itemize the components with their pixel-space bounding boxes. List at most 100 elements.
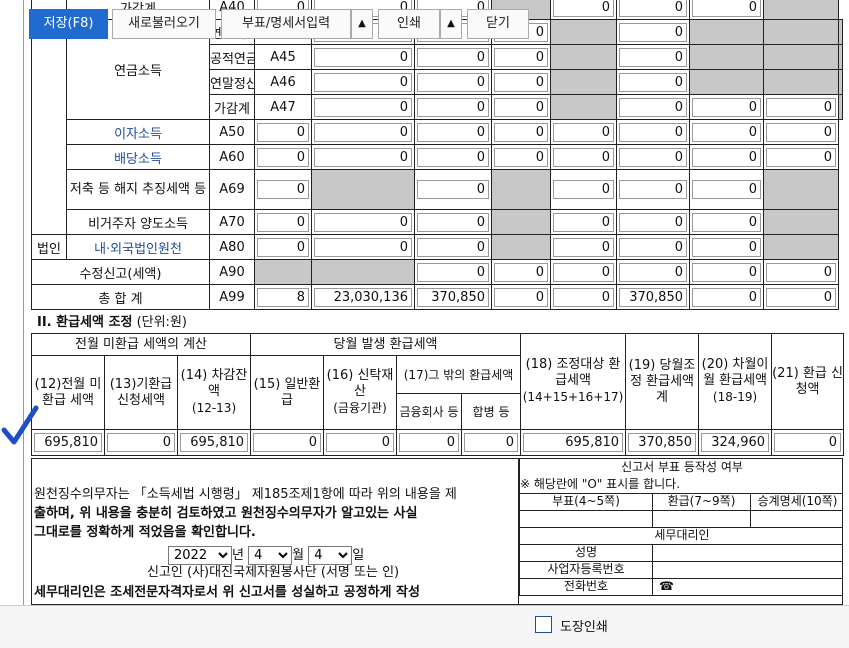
amount-input[interactable]: 0 <box>619 22 687 42</box>
amount-input[interactable]: 0 <box>766 122 836 142</box>
refund-input[interactable]: 0 <box>107 433 175 452</box>
amount-input[interactable]: 0 <box>314 237 412 257</box>
amount-input[interactable]: 0 <box>619 72 687 92</box>
refund-input[interactable]: 0 <box>399 433 460 452</box>
refund-input[interactable]: 695,810 <box>523 433 624 452</box>
refund-input[interactable]: 0 <box>326 433 395 452</box>
amount-input[interactable]: 0 <box>494 97 548 117</box>
amount-input[interactable]: 0 <box>766 287 836 307</box>
amount-input[interactable]: 0 <box>257 180 309 199</box>
amount-input[interactable]: 0 <box>619 122 687 142</box>
amount-input[interactable]: 0 <box>417 47 489 67</box>
amount-input[interactable]: 0 <box>314 212 412 232</box>
amount-input[interactable]: 0 <box>417 122 489 142</box>
amount-input[interactable]: 0 <box>692 97 761 117</box>
amount-input[interactable]: 370,850 <box>619 287 687 307</box>
amount-input[interactable]: 0 <box>494 287 548 307</box>
amount-cell: 0 <box>689 284 764 310</box>
amount-input[interactable]: 0 <box>417 212 489 232</box>
amount-input[interactable]: 0 <box>553 212 614 232</box>
reload-button[interactable]: 새로불러오기 <box>112 9 216 39</box>
attach-v2[interactable] <box>652 509 751 528</box>
amount-input[interactable]: 0 <box>494 147 548 167</box>
amount-cell: 370,850 <box>616 284 690 310</box>
amount-input[interactable]: 0 <box>692 0 761 17</box>
amount-input[interactable]: 0 <box>619 237 687 257</box>
amount-input[interactable]: 0 <box>417 262 489 282</box>
amount-input[interactable]: 0 <box>494 262 548 282</box>
amount-input[interactable]: 0 <box>692 212 761 232</box>
amount-cell: 0 <box>616 69 690 95</box>
agent-name-label: 성명 <box>519 543 653 562</box>
amount-input[interactable]: 0 <box>417 72 489 92</box>
amount-input[interactable]: 0 <box>692 180 761 199</box>
amount-input[interactable]: 0 <box>257 237 309 257</box>
amount-input[interactable]: 0 <box>494 122 548 142</box>
refund-input[interactable]: 0 <box>253 433 322 452</box>
amount-input[interactable]: 0 <box>553 180 614 199</box>
amount-input[interactable]: 0 <box>494 47 548 67</box>
amount-input[interactable]: 0 <box>692 262 761 282</box>
refund-input[interactable]: 0 <box>464 433 519 452</box>
amount-input[interactable]: 0 <box>417 97 489 117</box>
amount-input[interactable]: 0 <box>619 0 687 17</box>
amount-input[interactable]: 0 <box>692 287 761 307</box>
close-button[interactable]: 닫기 <box>467 9 529 39</box>
button-bar <box>0 605 849 648</box>
disabled-cell <box>311 169 415 210</box>
amount-input[interactable]: 0 <box>766 97 836 117</box>
amount-input[interactable]: 23,030,136 <box>314 287 412 307</box>
amount-input[interactable]: 0 <box>619 262 687 282</box>
amount-cell: 8 <box>254 284 312 310</box>
amount-input[interactable]: 0 <box>692 237 761 257</box>
refund-input[interactable]: 370,850 <box>628 433 697 452</box>
print-menu-icon[interactable]: ▲ <box>440 9 462 39</box>
amount-input[interactable]: 0 <box>692 122 761 142</box>
attachments-button[interactable]: 부표/명세서입력 <box>221 9 351 39</box>
amount-input[interactable]: 0 <box>553 287 614 307</box>
amount-input[interactable]: 0 <box>619 212 687 232</box>
amount-input[interactable]: 0 <box>314 147 412 167</box>
amount-input[interactable]: 0 <box>692 147 761 167</box>
agent-biz-value[interactable] <box>652 560 842 579</box>
amount-input[interactable]: 0 <box>619 47 687 67</box>
row-code: A80 <box>209 234 255 260</box>
print-button[interactable]: 인쇄 <box>378 9 440 39</box>
amount-input[interactable]: 0 <box>619 180 687 199</box>
amount-input[interactable]: 0 <box>766 262 836 282</box>
refund-input[interactable]: 324,960 <box>701 433 770 452</box>
amount-input[interactable]: 0 <box>619 147 687 167</box>
amount-input[interactable]: 0 <box>257 212 309 232</box>
amount-input[interactable]: 0 <box>257 147 309 167</box>
amount-input[interactable]: 0 <box>314 122 412 142</box>
save-button[interactable]: 저장(F8) <box>29 9 108 39</box>
report-form: 가감계A40000000연금소득연금계좌A480000공적연금(매월)A4500… <box>0 0 849 648</box>
amount-input[interactable]: 370,850 <box>417 287 489 307</box>
amount-input[interactable]: 0 <box>553 262 614 282</box>
refund-input[interactable]: 695,810 <box>180 433 249 452</box>
attach-v3[interactable] <box>750 509 842 528</box>
amount-input[interactable]: 0 <box>553 237 614 257</box>
refund-input[interactable]: 0 <box>774 433 842 452</box>
row-label: 연말정산 <box>209 69 255 95</box>
amount-input[interactable]: 0 <box>553 122 614 142</box>
amount-cell: 0 <box>616 259 690 285</box>
amount-input[interactable]: 0 <box>553 147 614 167</box>
amount-input[interactable]: 0 <box>417 237 489 257</box>
amount-input[interactable]: 8 <box>257 287 309 307</box>
amount-input[interactable]: 0 <box>553 0 614 17</box>
amount-input[interactable]: 0 <box>494 72 548 92</box>
amount-input[interactable]: 0 <box>766 147 836 167</box>
attach-v1[interactable] <box>519 509 653 528</box>
amount-input[interactable]: 0 <box>417 180 489 199</box>
stamp-print-checkbox[interactable] <box>535 616 552 633</box>
amount-input[interactable]: 0 <box>417 147 489 167</box>
amount-input[interactable]: 0 <box>314 72 412 92</box>
attachments-menu-icon[interactable]: ▲ <box>351 9 373 39</box>
amount-input[interactable]: 0 <box>257 122 309 142</box>
amount-input[interactable]: 0 <box>619 97 687 117</box>
amount-input[interactable]: 0 <box>314 97 412 117</box>
amount-input[interactable]: 0 <box>314 47 412 67</box>
agent-name-value[interactable] <box>652 543 842 562</box>
amount-cell: 0 <box>311 44 415 70</box>
